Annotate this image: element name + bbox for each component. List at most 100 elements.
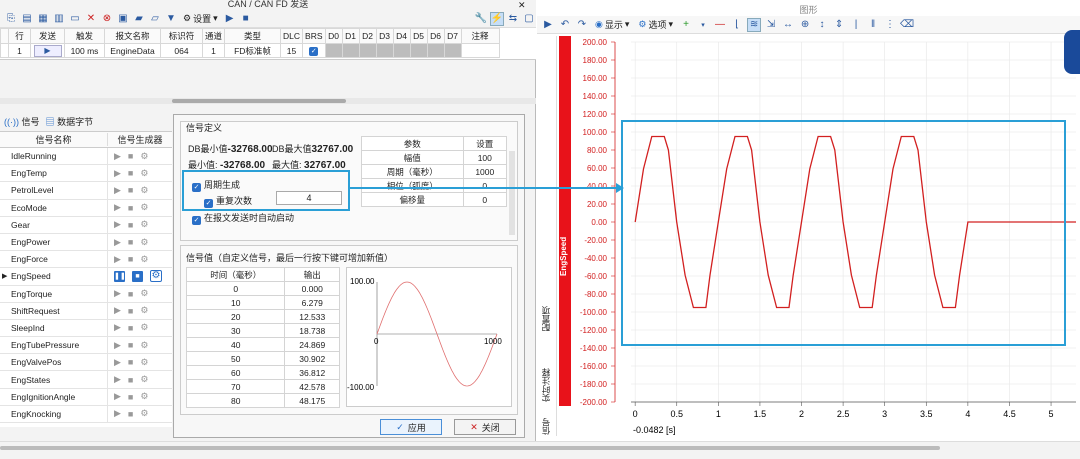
table-row[interactable]: 10 6.279 [185, 295, 340, 310]
play-icon[interactable]: ▶ [114, 408, 121, 419]
play-icon[interactable]: ▶ [114, 254, 121, 265]
gear-icon[interactable]: ⚙ [140, 288, 148, 299]
filter-icon[interactable]: ▼ [164, 12, 178, 26]
autostart-checkbox[interactable]: ✓ 在报文发送时自动启动 [192, 211, 294, 225]
redo-icon[interactable]: ↷ [575, 18, 589, 32]
stop-icon[interactable]: ■ [128, 409, 133, 419]
stop-icon[interactable]: ■ [128, 323, 133, 333]
play-icon[interactable]: ▶ [114, 151, 121, 162]
stop-icon[interactable]: ■ [128, 185, 133, 195]
stop-icon[interactable]: ■ [132, 270, 143, 282]
play-icon[interactable]: ▶ [114, 340, 121, 351]
list-item[interactable]: EngPower ▶ ■ ⚙ [0, 233, 172, 252]
play-icon[interactable]: ▶ [114, 322, 121, 333]
bottom-scrollbar[interactable] [0, 441, 1080, 459]
table-row[interactable]: 70 42.578 [185, 379, 340, 394]
scrollbar-thumb[interactable] [172, 99, 346, 103]
list-item[interactable]: ▶ EngSpeed ❚❚ ■ ⚙ [0, 268, 172, 286]
play-icon[interactable]: ▶ [114, 391, 121, 402]
list-item[interactable]: EngForce ▶ ■ ⚙ [0, 251, 172, 269]
list-item[interactable]: EngIgnitionAngle ▶ ■ ⚙ [0, 388, 172, 406]
stop-icon[interactable]: ■ [128, 168, 133, 178]
zoom-in-icon[interactable]: ⊕ [798, 18, 812, 32]
stop-icon[interactable]: ■ [128, 237, 133, 247]
fit-y-icon[interactable]: ⇕ [832, 18, 846, 32]
list-item[interactable]: SleepInd ▶ ■ ⚙ [0, 319, 172, 338]
horizontal-scrollbar[interactable] [0, 98, 536, 104]
gear-icon[interactable]: ⚙ [140, 219, 148, 230]
cell-brs[interactable]: ✓ [302, 43, 326, 58]
play-icon[interactable]: ▶ [114, 185, 121, 196]
apply-button[interactable]: ✓ 应用 [380, 419, 442, 435]
wrench-icon[interactable]: 🔧 [474, 12, 488, 26]
columns-icon[interactable]: ⇆ [506, 12, 520, 26]
stop-icon[interactable]: ■ [239, 12, 253, 26]
export-icon[interactable]: ▱ [148, 12, 162, 26]
stop-icon[interactable]: ■ [128, 203, 133, 213]
signal-axis-bar[interactable]: EngSpeed [559, 36, 571, 406]
gear-icon[interactable]: ⚙ [140, 357, 148, 368]
table-row[interactable]: 80 48.175 [185, 393, 340, 408]
gear-icon[interactable]: ⚙ [140, 202, 148, 213]
cell-channel[interactable]: 1 [201, 43, 226, 58]
play-icon[interactable]: ▶ [114, 374, 121, 385]
list-item[interactable]: ShiftRequest ▶ ■ ⚙ [0, 302, 172, 320]
table-row[interactable]: 幅值 100 [361, 150, 508, 165]
play-icon[interactable]: ▶ [223, 12, 237, 26]
tab-config[interactable]: 配置项 [540, 306, 552, 332]
new-icon[interactable]: ▦ [36, 12, 50, 26]
lightning-icon[interactable]: ⚡ [490, 11, 504, 26]
table-row[interactable]: 0 0.000 [185, 281, 340, 296]
tab-annotations[interactable]: 实时注释 [540, 368, 552, 402]
play-icon[interactable]: ▶ [114, 357, 121, 368]
eraser-icon[interactable]: ⌫ [900, 18, 914, 32]
dropdown-icon[interactable]: ▾ [696, 18, 710, 32]
list-item[interactable]: EcoMode ▶ ■ ⚙ [0, 199, 172, 217]
multi-axis-icon[interactable]: ≋ [747, 17, 762, 32]
stop-icon[interactable]: ■ [128, 357, 133, 367]
table-row[interactable]: 1 ▶ 100 ms EngineData 064 1 FD标准帧 15 ✓ [0, 43, 500, 58]
stop-icon[interactable]: ■ [128, 392, 133, 402]
gear-icon[interactable]: ⚙ [140, 151, 148, 162]
stop-icon[interactable]: ■ [128, 375, 133, 385]
display-menu[interactable]: ◉ 显示 ▾ [592, 18, 632, 31]
settings-menu[interactable]: ⚙ 设置 ▾ [180, 12, 221, 25]
cursor-pair-icon[interactable]: ‖ [866, 18, 880, 32]
save-icon[interactable]: ▤ [20, 12, 34, 26]
cell-trigger[interactable]: 100 ms [64, 43, 105, 58]
save-file-icon[interactable]: ▣ [116, 12, 130, 26]
cell-type[interactable]: FD标准帧 [224, 43, 282, 58]
cell-dlc[interactable]: 15 [280, 43, 304, 58]
gear-icon[interactable]: ⚙ [140, 254, 148, 265]
list-item[interactable]: PetrolLevel ▶ ■ ⚙ [0, 182, 172, 200]
list-item[interactable]: EngTemp ▶ ■ ⚙ [0, 165, 172, 183]
brs-checkbox[interactable]: ✓ [309, 47, 319, 56]
tab-data-bytes[interactable]: ▤ 数据字节 [46, 115, 94, 128]
send-button[interactable]: ▶ [33, 44, 62, 57]
gear-icon[interactable]: ⚙ [140, 391, 148, 402]
bottom-scroll-thumb[interactable] [0, 446, 940, 450]
list-item[interactable]: EngTubePressure ▶ ■ ⚙ [0, 337, 172, 355]
play-icon[interactable]: ▶ [114, 219, 121, 230]
play-icon[interactable]: ▶ [114, 202, 121, 213]
gear-icon[interactable]: ⚙ [140, 305, 148, 316]
play-icon[interactable]: ▶ [114, 237, 121, 248]
stop-icon[interactable]: ■ [128, 220, 133, 230]
play-icon[interactable]: ▶ [114, 288, 121, 299]
add-icon[interactable]: + [679, 18, 693, 32]
undo-icon[interactable]: ↶ [558, 18, 572, 32]
cell-name[interactable]: EngineData [104, 43, 161, 58]
table-row[interactable]: 60 36.812 [185, 365, 340, 380]
list-item[interactable]: EngTorque ▶ ■ ⚙ [0, 285, 172, 303]
window-icon[interactable]: ▢ [522, 12, 536, 26]
gear-icon[interactable]: ⚙ [140, 408, 148, 419]
tab-signals[interactable]: ((·)) 信号 [4, 115, 40, 128]
pause-icon[interactable]: ❚❚ [114, 270, 126, 282]
gear-icon[interactable]: ⚙ [140, 168, 148, 179]
open-folder-icon[interactable]: ▰ [132, 12, 146, 26]
cell-comment[interactable] [460, 43, 500, 58]
axis-icon[interactable]: ⌊ [730, 18, 744, 32]
list-item[interactable]: IdleRunning ▶ ■ ⚙ [0, 148, 172, 166]
clear-icon[interactable]: ⊗ [100, 12, 114, 26]
remove-icon[interactable]: — [713, 18, 727, 32]
